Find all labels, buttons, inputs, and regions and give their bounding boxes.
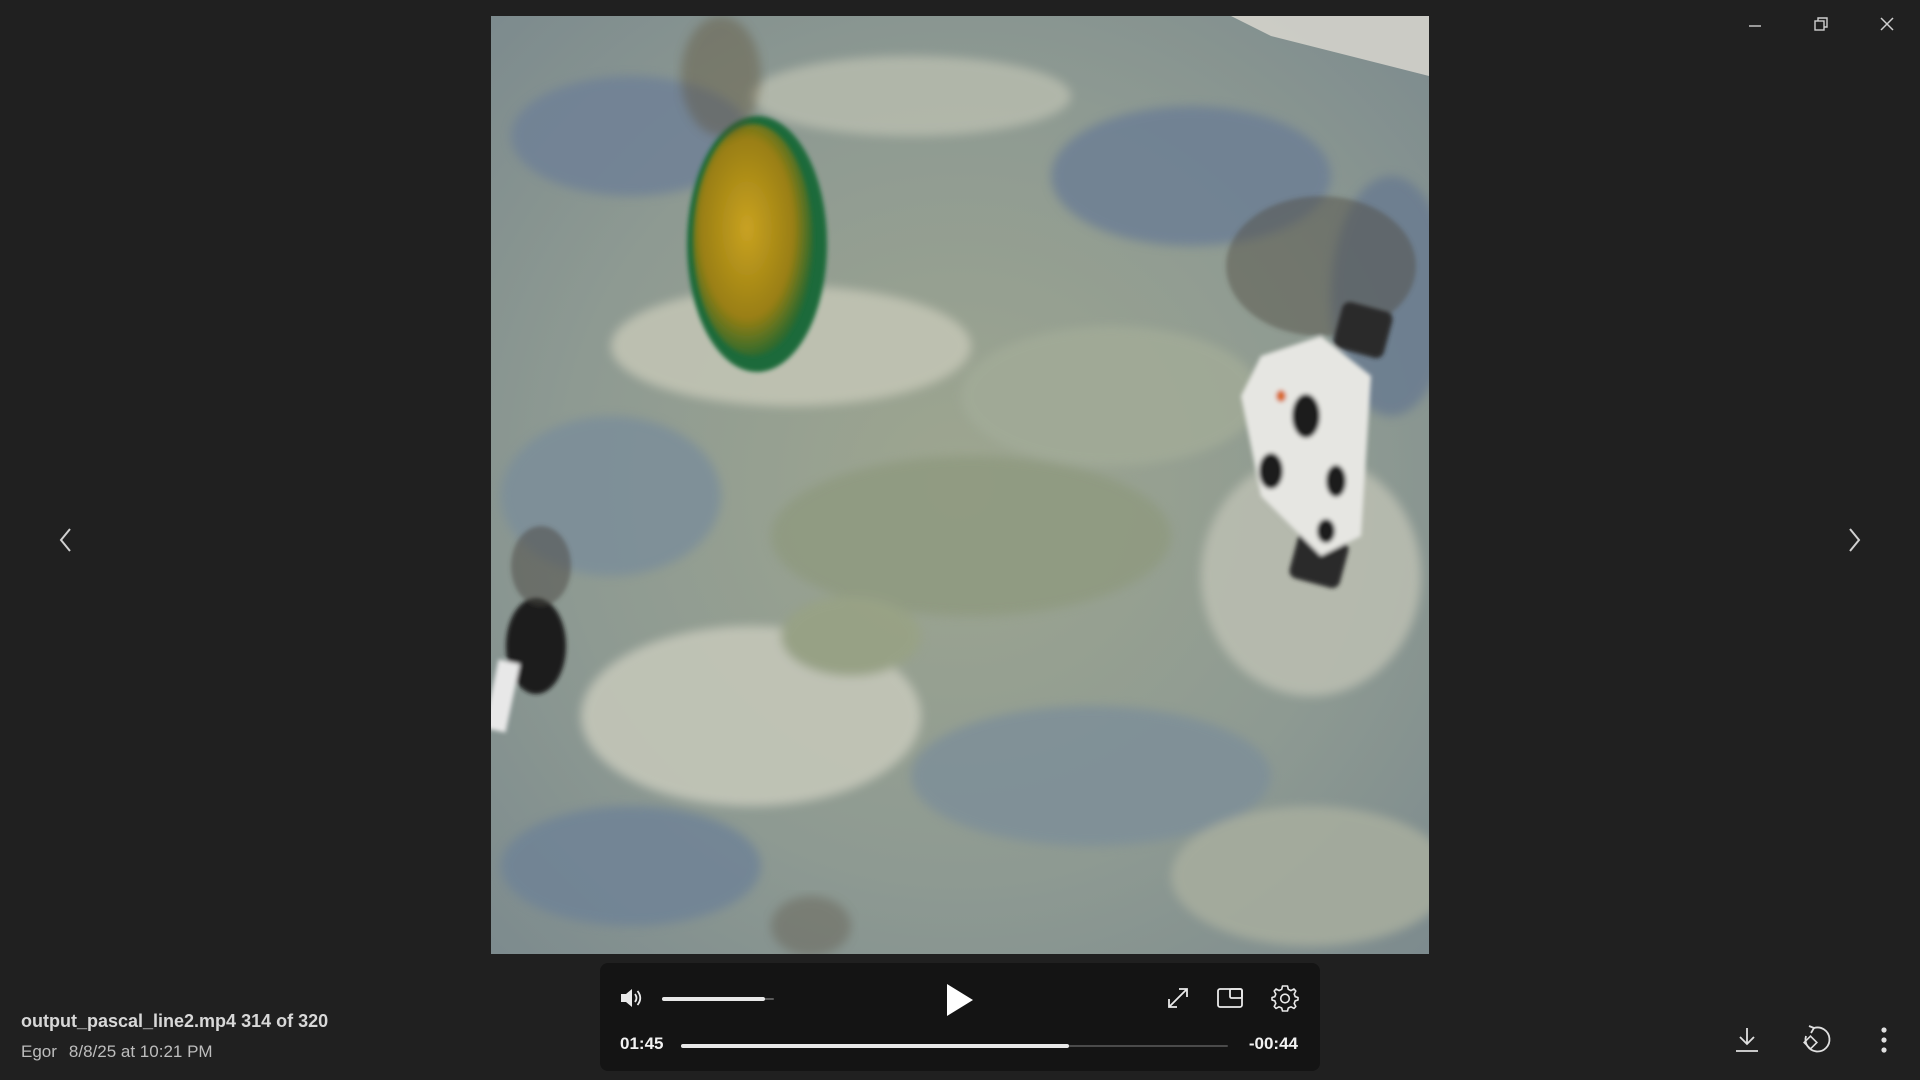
player-controls: 01:45 -00:44 [600,963,1320,1071]
more-options-button[interactable] [1864,1020,1904,1060]
window-controls [1722,0,1920,48]
time-remaining: -00:44 [1248,1034,1298,1053]
rotate-icon [1803,1025,1831,1053]
file-author: Egor [21,1042,57,1061]
speaker-icon [621,989,642,1007]
mute-button[interactable] [614,981,648,1015]
time-elapsed: 01:45 [620,1034,664,1053]
expand-icon [1168,988,1188,1008]
media-viewer: 01:45 -00:44 output_pascal_line2.mp4 314… [0,0,1920,1080]
more-vertical-icon [1881,1027,1887,1053]
volume-slider[interactable] [662,995,774,1003]
chevron-right-icon [1849,528,1861,552]
file-info: output_pascal_line2.mp4 314 of 320 Egor 8… [21,1011,328,1062]
minimize-button[interactable] [1722,0,1788,48]
fullscreen-button[interactable] [1160,980,1196,1016]
download-button[interactable] [1727,1020,1767,1060]
play-icon [947,984,973,1016]
file-date: 8/8/25 at 10:21 PM [68,1042,213,1061]
restore-button[interactable] [1788,0,1854,48]
download-icon [1736,1028,1758,1052]
file-meta-row: Egor 8/8/25 at 10:21 PM [21,1042,328,1062]
gear-icon [1271,985,1299,1012]
close-button[interactable] [1854,0,1920,48]
close-icon [1880,17,1894,31]
settings-button[interactable] [1267,980,1303,1016]
picture-in-picture-icon [1217,988,1243,1008]
video-still-image [491,16,1429,954]
next-button[interactable] [1834,520,1874,560]
file-name: output_pascal_line2.mp4 [21,1011,237,1031]
picture-in-picture-button[interactable] [1212,980,1248,1016]
minimize-icon [1749,25,1761,27]
seek-bar[interactable] [681,1042,1228,1050]
play-button[interactable] [936,977,982,1023]
volume-fill [662,997,766,1001]
video-frame[interactable] [491,16,1429,954]
restore-icon [1814,17,1828,31]
rotate-button[interactable] [1796,1020,1836,1060]
file-position: 314 of 320 [241,1011,329,1031]
chevron-left-icon [59,528,71,552]
previous-button[interactable] [46,520,86,560]
seek-progress [681,1044,1070,1048]
file-title-row: output_pascal_line2.mp4 314 of 320 [21,1011,328,1032]
